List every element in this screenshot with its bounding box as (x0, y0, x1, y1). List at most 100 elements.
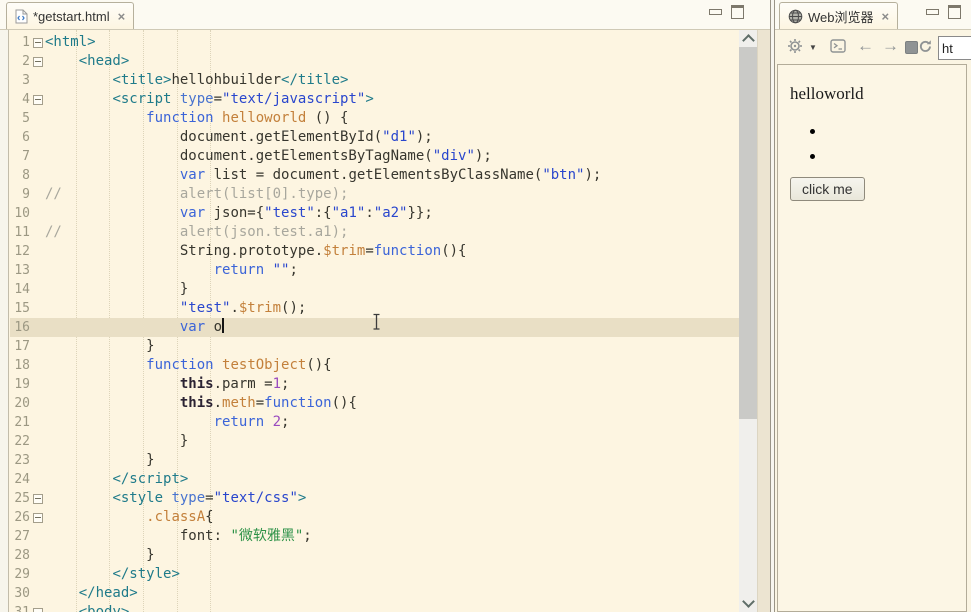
code-line[interactable]: 26 .classA{ (10, 508, 739, 527)
back-button[interactable]: ← (857, 37, 874, 54)
code-line[interactable]: 31 <body> (10, 603, 739, 612)
fold-toggle-icon[interactable] (30, 90, 45, 109)
maximize-icon[interactable] (731, 5, 744, 19)
maximize-icon[interactable] (948, 5, 961, 19)
scroll-up-icon[interactable] (742, 34, 755, 47)
line-number: 26 (14, 510, 30, 525)
browser-preview: helloworld click me (777, 64, 967, 612)
scrollbar-thumb[interactable] (739, 47, 757, 419)
code-line[interactable]: 9 // alert(list[0].type); (10, 185, 739, 204)
fold-toggle-icon[interactable] (30, 489, 45, 508)
annotation-ruler (0, 30, 9, 612)
code-text: </script> (112, 471, 189, 487)
line-number: 30 (14, 586, 30, 601)
code-line[interactable]: 13 return ""; (10, 261, 739, 280)
code-line[interactable]: 19 this.parm =1; (10, 375, 739, 394)
code-line[interactable]: 27 font: "微软雅黑"; (10, 527, 739, 546)
fold-toggle-icon[interactable] (30, 508, 45, 527)
forward-button[interactable]: → (882, 37, 899, 54)
mouse-ibeam-cursor (373, 313, 380, 330)
browser-tabbar: Web浏览器 × (775, 0, 971, 30)
fold-toggle-icon[interactable] (30, 603, 45, 612)
editor-pane: *getstart.html × 1 <html> 2 <head> 3 <title… (0, 0, 771, 612)
url-input[interactable] (938, 36, 971, 60)
code-text: var json={"test":{"a1":"a2"}}; (179, 205, 433, 221)
line-number: 23 (14, 453, 30, 468)
tab-close-icon[interactable]: × (118, 9, 126, 24)
code-text: String.prototype.$trim=function(){ (45, 243, 467, 259)
code-line[interactable]: 6 document.getElementById("d1"); (10, 128, 739, 147)
line-number: 15 (14, 301, 30, 316)
code-text: function testObject(){ (146, 357, 332, 373)
line-number: 1 (22, 35, 30, 50)
code-line[interactable]: 4 <script type="text/javascript"> (10, 90, 739, 109)
code-line[interactable]: 14 } (10, 280, 739, 299)
code-line[interactable]: 11 // alert(json.test.a1); (10, 223, 739, 242)
code-line[interactable]: 21 return 2; (10, 413, 739, 432)
code-text: } (45, 452, 155, 468)
code-editor[interactable]: 1 <html> 2 <head> 3 <title>hellohbuilder</t… (0, 30, 739, 612)
open-terminal-icon[interactable] (830, 38, 846, 54)
minimize-icon[interactable] (926, 9, 939, 15)
code-line[interactable]: 28 } (10, 546, 739, 565)
line-number: 20 (14, 396, 30, 411)
line-number: 21 (14, 415, 30, 430)
code-line[interactable]: 29 </style> (10, 565, 739, 584)
text-caret (222, 318, 225, 333)
code-line[interactable]: 20 this.meth=function(){ (10, 394, 739, 413)
line-number: 14 (14, 282, 30, 297)
editor-tabbar: *getstart.html × (0, 0, 770, 30)
line-number: 3 (22, 73, 30, 88)
fold-toggle-icon[interactable] (30, 52, 45, 71)
code-line[interactable]: 12 String.prototype.$trim=function(){ (10, 242, 739, 261)
line-number: 29 (14, 567, 30, 582)
code-text: <title>hellohbuilder</title> (112, 72, 349, 88)
settings-gear-icon[interactable] (787, 38, 803, 54)
fold-toggle-icon[interactable] (30, 33, 45, 52)
code-text: // alert(json.test.a1); (45, 224, 349, 240)
line-number: 28 (14, 548, 30, 563)
code-line[interactable]: 7 document.getElementsByTagName("div"); (10, 147, 739, 166)
code-text: // alert(list[0].type); (45, 186, 349, 202)
editor-tab[interactable]: *getstart.html × (6, 2, 135, 29)
line-number: 11 (14, 225, 30, 240)
code-line[interactable]: 18 function testObject(){ (10, 356, 739, 375)
code-line[interactable]: 22 } (10, 432, 739, 451)
code-line[interactable]: 25 <style type="text/css"> (10, 489, 739, 508)
line-number: 24 (14, 472, 30, 487)
code-line[interactable]: 5 function helloworld () { (10, 109, 739, 128)
scroll-down-icon[interactable] (742, 595, 755, 608)
refresh-button[interactable] (917, 38, 934, 55)
code-line[interactable]: 23 } (10, 451, 739, 470)
web-browser-tab[interactable]: Web浏览器 × (779, 2, 899, 29)
code-line[interactable]: 24 </script> (10, 470, 739, 489)
html-file-icon (15, 9, 28, 23)
code-line[interactable]: 1 <html> (10, 33, 739, 52)
code-line[interactable]: 30 </head> (10, 584, 739, 603)
code-line[interactable]: 3 <title>hellohbuilder</title> (10, 71, 739, 90)
code-line[interactable]: 10 var json={"test":{"a1":"a2"}}; (10, 204, 739, 223)
code-line[interactable]: 17 } (10, 337, 739, 356)
line-number: 10 (14, 206, 30, 221)
minimize-icon[interactable] (709, 9, 722, 15)
click-me-button[interactable]: click me (790, 177, 865, 201)
line-number: 8 (22, 168, 30, 183)
editor-scrollbar[interactable] (739, 30, 757, 612)
dropdown-arrow-icon[interactable]: ▼ (809, 43, 817, 52)
code-text: var o (179, 318, 225, 335)
code-line[interactable]: 2 <head> (10, 52, 739, 71)
code-text: "test".$trim(); (179, 300, 307, 316)
code-line[interactable]: 8 var list = document.getElementsByClass… (10, 166, 739, 185)
tab-close-icon[interactable]: × (882, 9, 890, 24)
